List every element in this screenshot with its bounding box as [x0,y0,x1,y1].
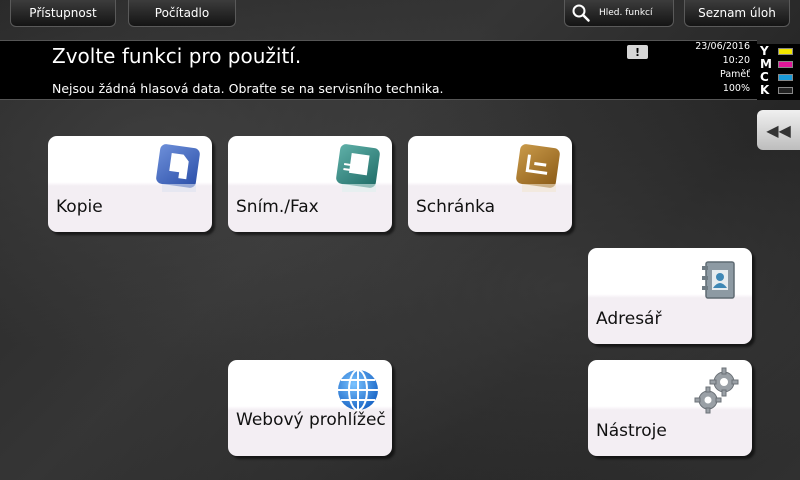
double-chevron-left-icon: ◀◀ [766,120,791,140]
copy-tile[interactable]: Kopie [48,136,212,232]
accessibility-button[interactable]: Přístupnost [10,0,116,27]
accessibility-label: Přístupnost [29,6,97,20]
counter-button[interactable]: Počítadlo [128,0,236,27]
toner-c-bar [778,74,793,81]
job-list-button[interactable]: Seznam úloh [684,0,790,27]
counter-label: Počítadlo [154,6,210,20]
scan-fax-tile[interactable]: Sním./Fax [228,136,392,232]
status-time: 10:20 [722,55,750,66]
message-bar: Zvolte funkci pro použití. Nejsou žádná … [0,40,757,100]
tools-tile[interactable]: Nástroje [588,360,752,456]
box-tile[interactable]: Schránka [408,136,572,232]
warning-icon[interactable]: ! [627,45,648,59]
status-memory-value: 100% [722,83,750,94]
scan-fax-label: Sním./Fax [236,197,319,217]
function-search-button[interactable]: Hled. funkcí [564,0,674,27]
toner-status: Y M C K [757,44,800,100]
status-memory-label: Paměť [720,69,750,80]
gears-icon [694,367,739,414]
message-title: Zvolte funkci pro použití. [52,44,302,68]
toner-m-letter: M [760,57,772,71]
web-browser-tile[interactable]: Webový prohlížeč [228,360,392,456]
toner-k-bar [778,87,793,94]
job-list-label: Seznam úloh [698,6,776,20]
toner-c-letter: C [760,70,769,84]
copy-label: Kopie [56,197,103,217]
box-label: Schránka [416,197,496,217]
address-book-tile[interactable]: Adresář [588,248,752,344]
message-subtitle: Nejsou žádná hlasová data. Obraťte se na… [52,81,444,96]
tools-label: Nástroje [596,421,667,441]
toner-y-bar [778,48,793,55]
scan-fax-icon [336,144,380,192]
toner-y-letter: Y [760,44,769,58]
web-browser-label: Webový prohlížeč [236,410,386,430]
toner-m-bar [778,61,793,68]
address-book-icon [702,261,735,299]
function-search-label: Hled. funkcí [599,8,653,18]
copy-icon [156,144,200,192]
side-panel-toggle[interactable]: ◀◀ [757,110,800,150]
toner-k-letter: K [760,83,770,97]
status-date: 23/06/2016 [695,41,750,52]
toner-k: K [760,83,798,97]
search-icon [572,4,590,22]
user-box-icon [516,144,560,192]
address-book-label: Adresář [596,309,662,329]
